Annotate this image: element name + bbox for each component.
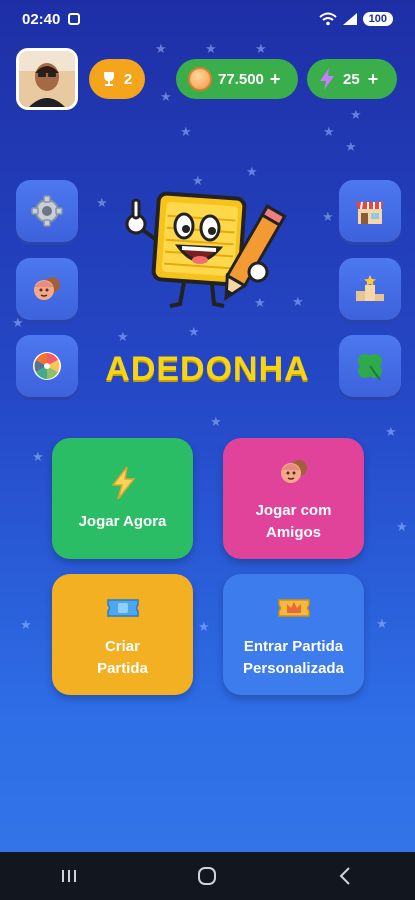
- gear-icon: [31, 195, 63, 227]
- friends-button[interactable]: [16, 258, 78, 320]
- play-now-button[interactable]: Jogar Agora: [52, 438, 193, 559]
- energy-amount: 25: [343, 70, 360, 88]
- coins-counter[interactable]: 77.500 +: [176, 59, 298, 99]
- trophy-counter[interactable]: 2: [89, 59, 145, 99]
- podium-icon: [356, 275, 384, 301]
- play-with-friends-button[interactable]: Jogar com Amigos: [223, 438, 364, 559]
- energy-counter[interactable]: 25 +: [307, 59, 397, 99]
- friends-icon: [34, 277, 60, 300]
- mascot-illustration: [125, 191, 287, 308]
- add-energy-button[interactable]: +: [368, 69, 379, 90]
- settings-button[interactable]: [16, 180, 78, 242]
- wifi-icon: [318, 12, 337, 26]
- system-nav-bar: [0, 852, 415, 900]
- coins-amount: 77.500: [218, 70, 264, 88]
- status-icons: 100: [318, 12, 393, 26]
- join-custom-match-label: Entrar Partida Personalizada: [243, 637, 344, 677]
- home-icon[interactable]: [196, 865, 218, 887]
- create-match-label: Criar Partida: [97, 637, 148, 677]
- signal-icon: [342, 13, 357, 25]
- status-bar: 02:40 100: [0, 0, 415, 38]
- screen-record-icon: [68, 13, 81, 25]
- trophy-icon: [103, 72, 114, 86]
- shop-icon: [356, 201, 384, 224]
- crown-ticket-icon: [277, 598, 310, 617]
- coin-icon: [188, 67, 212, 91]
- create-match-button[interactable]: Criar Partida: [52, 574, 193, 695]
- play-with-friends-label: Jogar com Amigos: [255, 501, 332, 541]
- recent-apps-icon[interactable]: [58, 865, 80, 887]
- battery-indicator: 100: [362, 12, 393, 26]
- shop-button[interactable]: [339, 180, 401, 242]
- lightning-icon: [320, 68, 334, 90]
- ranking-button[interactable]: [339, 258, 401, 320]
- trophy-count: 2: [123, 70, 133, 88]
- back-icon[interactable]: [335, 865, 357, 887]
- game-title: ADEDONHA: [105, 350, 310, 388]
- join-custom-match-button[interactable]: Entrar Partida Personalizada: [223, 574, 364, 695]
- avatar-photo: [19, 51, 75, 107]
- play-now-label: Jogar Agora: [78, 512, 167, 530]
- friends-icon: [280, 459, 307, 483]
- add-coins-button[interactable]: +: [270, 69, 281, 90]
- status-time: 02:40: [22, 10, 61, 28]
- profile-avatar[interactable]: [16, 48, 78, 110]
- lightning-icon: [110, 466, 136, 499]
- ticket-icon: [106, 598, 139, 617]
